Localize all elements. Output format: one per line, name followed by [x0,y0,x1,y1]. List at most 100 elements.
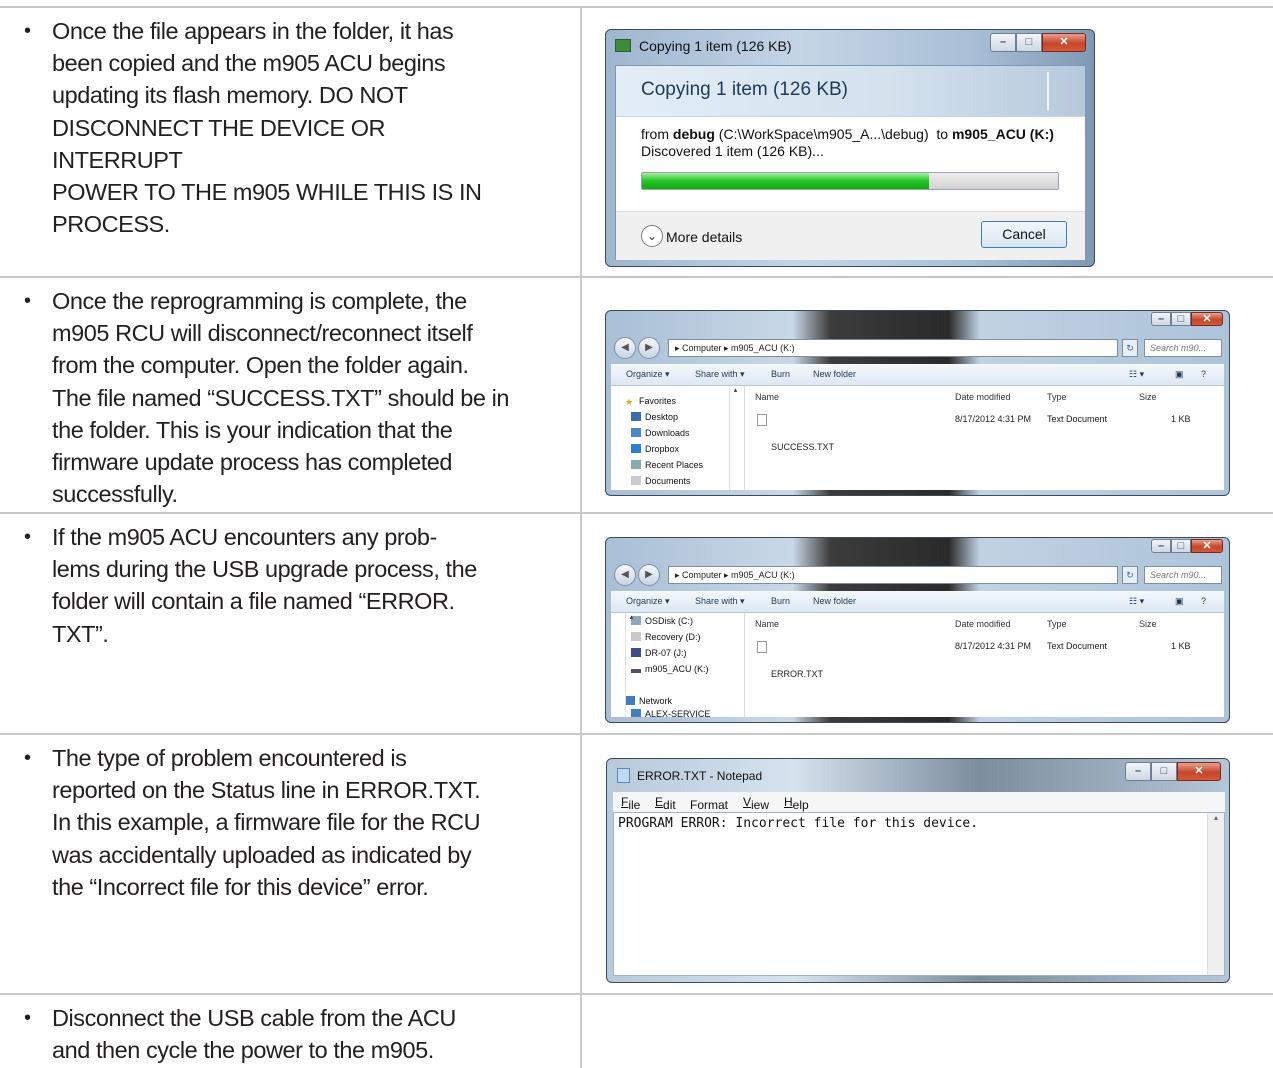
address-bar: ◀ ▶ ▸ Computer ▸ m905_ACU (K:) ↻ Search … [614,564,1222,588]
address-bar: ◀ ▶ ▸ Computer ▸ m905_ACU (K:) ↻ Search … [614,337,1222,361]
nav-item[interactable]: Recent Places [631,460,703,470]
nav-item[interactable]: Desktop [631,412,678,422]
nav-item[interactable]: DR-07 (J:) [631,648,687,658]
notepad-window: ERROR.TXT - Notepad – □ ✕ File Edit Form… [606,758,1230,983]
burn-button[interactable]: Burn [771,596,790,606]
forward-icon[interactable]: ▶ [638,564,660,586]
breadcrumb[interactable]: ▸ Computer ▸ m905_ACU (K:) [668,339,1118,357]
menu-file[interactable]: File [621,795,640,812]
to-label: to [936,126,949,142]
refresh-icon[interactable]: ↻ [1122,339,1138,357]
nav-item[interactable]: Recovery (D:) [631,632,701,642]
search-input[interactable]: Search m90... [1144,339,1222,357]
burn-button[interactable]: Burn [771,369,790,379]
star-icon: ★ [625,397,634,407]
from-path: (C:\WorkSpace\m905_A...\debug) [718,126,929,142]
chevron-down-icon[interactable]: ⌄ [641,225,663,247]
col-type[interactable]: Type [1047,619,1067,629]
recent-places-icon [631,460,641,469]
share-menu[interactable]: Share with ▾ [695,596,745,607]
share-menu[interactable]: Share with ▾ [695,369,745,380]
nav-item[interactable]: m905_ACU (K:) [631,664,709,674]
step-3: • If the m905 ACU encounters any prob- l… [24,521,516,650]
command-bar: Organize ▾ Share with ▾ Burn New folder … [611,364,1224,386]
row-divider [0,276,1273,278]
dialog-body: Copying 1 item (126 KB) from debug (C:\W… [615,65,1086,260]
preview-pane-icon[interactable]: ▣ [1175,369,1184,380]
bullet-icon: • [24,747,31,769]
minimize-icon[interactable]: – [1125,762,1151,781]
row-divider [0,6,1273,8]
nav-buttons: ◀ ▶ [614,337,664,361]
refresh-icon[interactable]: ↻ [1122,566,1138,584]
preview-pane-icon[interactable]: ▣ [1175,596,1184,607]
col-size[interactable]: Size [1139,392,1157,402]
menu-edit[interactable]: Edit [655,795,676,812]
minimize-icon[interactable]: – [1151,539,1171,553]
desktop-icon [631,412,641,421]
text-editor[interactable]: PROGRAM ERROR: Incorrect file for this d… [613,812,1225,976]
nav-item[interactable]: Documents [631,476,691,486]
navigation-pane: OSDisk (C:) Recovery (D:) DR-07 (J:) m90… [611,613,745,717]
nav-item[interactable]: ALEX-SERVICE [631,709,710,717]
menu-help[interactable]: Help [784,795,809,812]
minimize-icon[interactable]: – [990,33,1016,52]
search-input[interactable]: Search m90... [1144,566,1222,584]
file-size: 1 KB [1171,414,1191,424]
maximize-icon[interactable]: □ [1016,33,1042,52]
col-size[interactable]: Size [1139,619,1157,629]
column-divider [580,7,582,1068]
new-folder-button[interactable]: New folder [813,596,856,606]
nav-scrollbar[interactable]: ▴ [625,613,637,717]
back-icon[interactable]: ◀ [614,564,636,586]
file-date: 8/17/2012 4:31 PM [955,414,1032,424]
nav-item[interactable]: Downloads [631,428,690,438]
maximize-icon[interactable]: □ [1171,312,1191,326]
editor-scrollbar[interactable]: ▴ [1207,813,1224,975]
col-type[interactable]: Type [1047,392,1067,402]
command-bar: Organize ▾ Share with ▾ Burn New folder … [611,591,1224,613]
close-icon[interactable]: ✕ [1191,312,1223,326]
back-icon[interactable]: ◀ [614,337,636,359]
bullet-icon: • [24,526,31,548]
nav-buttons: ◀ ▶ [614,564,664,588]
step-5: • Disconnect the USB cable from the ACU … [24,1002,516,1066]
step-text: Once the reprogramming is complete, the … [52,288,509,508]
more-details-link[interactable]: More details [666,229,742,245]
close-icon[interactable]: ✕ [1042,33,1086,52]
help-icon[interactable]: ? [1201,369,1206,379]
new-folder-button[interactable]: New folder [813,369,856,379]
minimize-icon[interactable]: – [1151,312,1171,326]
step-1: • Once the file appears in the folder, i… [24,15,516,240]
nav-item[interactable]: OSDisk (C:) [631,616,693,626]
discovered-status: Discovered 1 item (126 KB)... [641,143,824,159]
maximize-icon[interactable]: □ [1171,539,1191,553]
col-date[interactable]: Date modified [955,619,1011,629]
nav-item[interactable]: ★ Favorites [625,396,676,407]
view-icon[interactable]: ☷ ▾ [1129,596,1144,607]
dropbox-icon [631,444,641,453]
row-divider [0,733,1273,735]
nav-scrollbar[interactable]: ▴ [729,386,741,490]
organize-menu[interactable]: Organize ▾ [626,369,670,380]
copy-source: from debug (C:\WorkSpace\m905_A...\debug… [641,126,1054,142]
close-icon[interactable]: ✕ [1177,762,1221,781]
dialog-titlebar: Copying 1 item (126 KB) – □ ✕ [606,30,1094,60]
progress-fill [642,173,930,189]
maximize-icon[interactable]: □ [1151,762,1177,781]
notepad-title: ERROR.TXT - Notepad [637,769,763,783]
step-text: Disconnect the USB cable from the ACU an… [52,1005,456,1064]
menu-view[interactable]: View [743,795,769,812]
cancel-button[interactable]: Cancel [981,221,1067,248]
col-name[interactable]: Name [755,392,779,402]
view-icon[interactable]: ☷ ▾ [1129,369,1144,380]
forward-icon[interactable]: ▶ [638,337,660,359]
close-icon[interactable]: ✕ [1191,539,1223,553]
help-icon[interactable]: ? [1201,596,1206,606]
col-name[interactable]: Name [755,619,779,629]
breadcrumb[interactable]: ▸ Computer ▸ m905_ACU (K:) [668,566,1118,584]
col-date[interactable]: Date modified [955,392,1011,402]
dialog-footer: ⌄ More details Cancel [616,211,1085,260]
nav-item[interactable]: Dropbox [631,444,679,454]
organize-menu[interactable]: Organize ▾ [626,596,670,607]
